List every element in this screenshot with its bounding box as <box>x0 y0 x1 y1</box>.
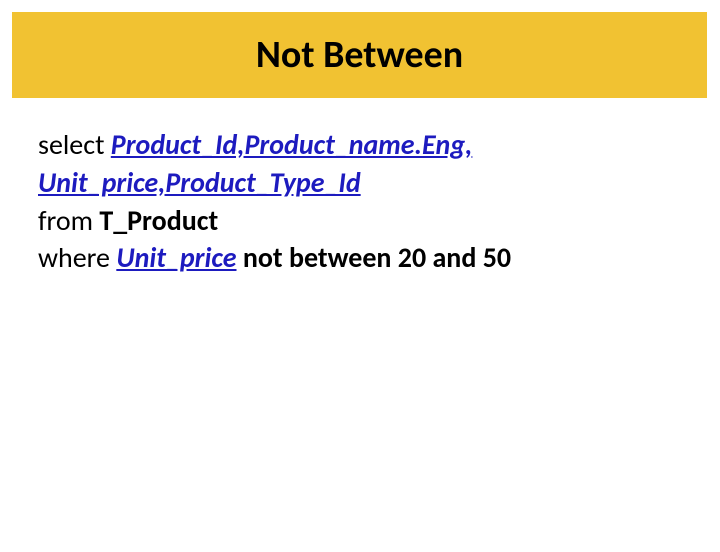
title-bar: Not Between <box>12 12 707 98</box>
where-keyword: where <box>38 240 116 275</box>
sql-block: select Product_Id,Product_name.Eng, Unit… <box>0 98 720 277</box>
from-keyword: from <box>38 203 99 238</box>
where-condition: not between 20 and 50 <box>237 240 512 275</box>
select-keyword: select <box>38 127 111 162</box>
slide-title: Not Between <box>256 32 463 78</box>
where-column: Unit_price <box>116 240 236 275</box>
table-name: T_Product <box>99 203 218 238</box>
